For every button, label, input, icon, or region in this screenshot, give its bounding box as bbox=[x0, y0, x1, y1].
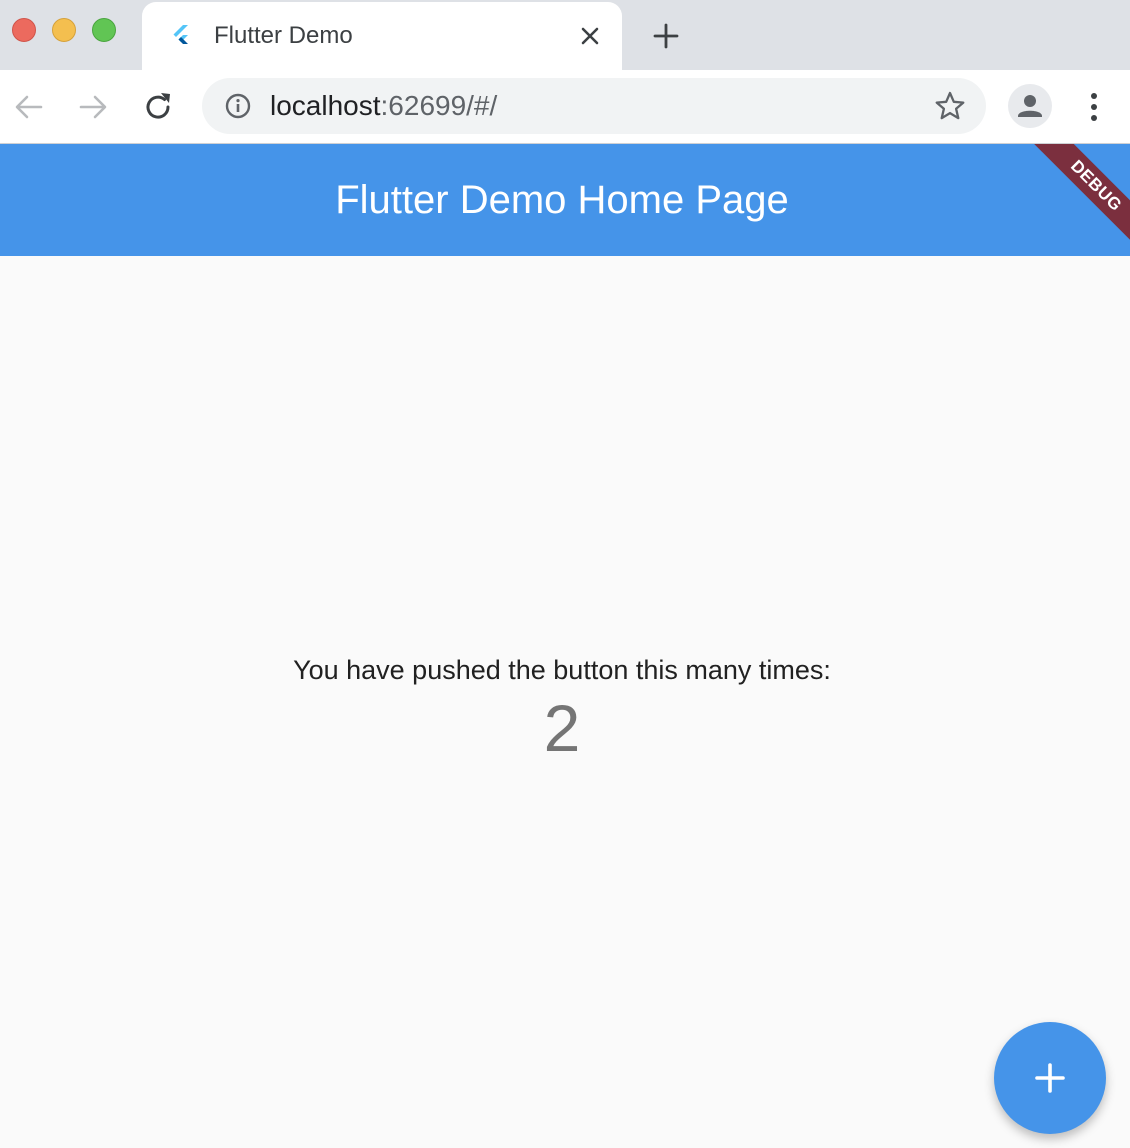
browser-toolbar: localhost:62699/#/ bbox=[0, 70, 1130, 144]
url-text: localhost:62699/#/ bbox=[270, 91, 497, 121]
app-bar: Flutter Demo Home Page bbox=[0, 144, 1130, 256]
tab-title: Flutter Demo bbox=[214, 22, 353, 49]
counter-value: 2 bbox=[543, 691, 581, 765]
window-maximize-button[interactable] bbox=[92, 18, 116, 42]
info-icon[interactable] bbox=[224, 92, 252, 120]
flutter-logo-icon bbox=[173, 25, 188, 44]
plus-icon bbox=[1035, 1063, 1065, 1093]
star-icon[interactable] bbox=[934, 90, 966, 122]
browser-window: Flutter Demo localhost:62699/#/ Flutter … bbox=[0, 0, 1130, 1148]
profile-avatar[interactable] bbox=[1008, 84, 1052, 128]
person-icon bbox=[1018, 95, 1042, 117]
counter-label: You have pushed the button this many tim… bbox=[293, 655, 831, 685]
browser-tab[interactable]: Flutter Demo bbox=[142, 2, 622, 70]
arrow-left-icon[interactable] bbox=[12, 90, 46, 124]
arrow-right-icon[interactable] bbox=[76, 90, 110, 124]
close-icon[interactable] bbox=[576, 22, 604, 50]
address-bar[interactable]: localhost:62699/#/ bbox=[202, 78, 986, 134]
page-title: Flutter Demo Home Page bbox=[335, 178, 789, 222]
url-path: :62699/#/ bbox=[380, 90, 498, 121]
url-host: localhost bbox=[270, 90, 381, 121]
window-close-button[interactable] bbox=[12, 18, 36, 42]
reload-icon[interactable] bbox=[141, 90, 175, 124]
app-body: You have pushed the button this many tim… bbox=[0, 256, 1130, 1148]
window-minimize-button[interactable] bbox=[52, 18, 76, 42]
increment-fab-button[interactable] bbox=[994, 1022, 1106, 1134]
more-vert-icon[interactable] bbox=[1080, 90, 1108, 124]
new-tab-plus-icon[interactable] bbox=[650, 20, 682, 52]
tab-strip: Flutter Demo bbox=[0, 0, 1130, 70]
